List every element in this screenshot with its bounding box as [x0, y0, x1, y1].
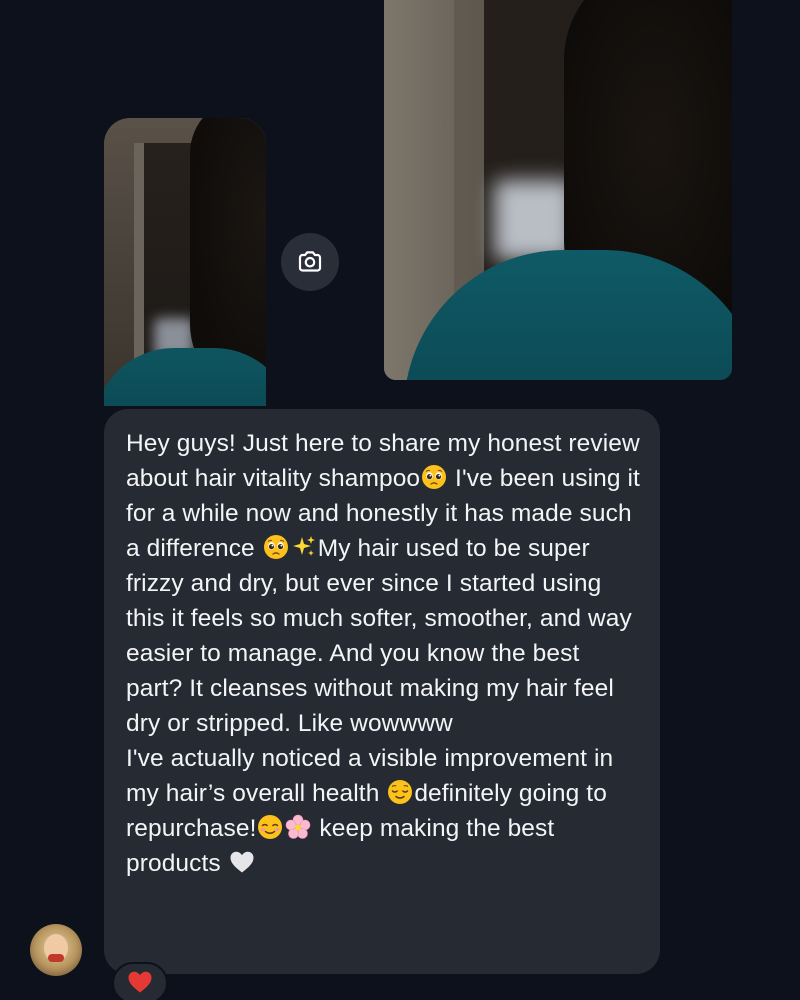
camera-icon	[298, 251, 322, 272]
shared-photo-left[interactable]	[104, 118, 266, 406]
cherry-blossom-emoji	[285, 814, 311, 840]
pleading-face-emoji	[421, 464, 447, 490]
message-bubble[interactable]: Hey guys! Just here to share my honest r…	[104, 409, 660, 974]
pleading-face-emoji	[263, 534, 289, 560]
white-heart-emoji	[229, 849, 255, 875]
message-text: Hey guys! Just here to share my honest r…	[126, 426, 640, 881]
sender-avatar[interactable]	[30, 924, 82, 976]
reaction-badge[interactable]	[112, 962, 168, 1000]
sparkles-emoji	[291, 534, 317, 560]
smiling-face-emoji	[257, 814, 283, 840]
message-text-segment: My hair used to be super frizzy and dry,…	[126, 535, 632, 737]
message-paragraph: I've actually noticed a visible improvem…	[126, 741, 640, 881]
relieved-face-emoji	[387, 779, 413, 805]
camera-button[interactable]	[281, 233, 339, 291]
shared-photo-right[interactable]	[384, 0, 732, 380]
message-paragraph: Hey guys! Just here to share my honest r…	[126, 426, 640, 741]
chat-screen: Hey guys! Just here to share my honest r…	[0, 0, 800, 1000]
red-heart-icon	[128, 971, 152, 993]
